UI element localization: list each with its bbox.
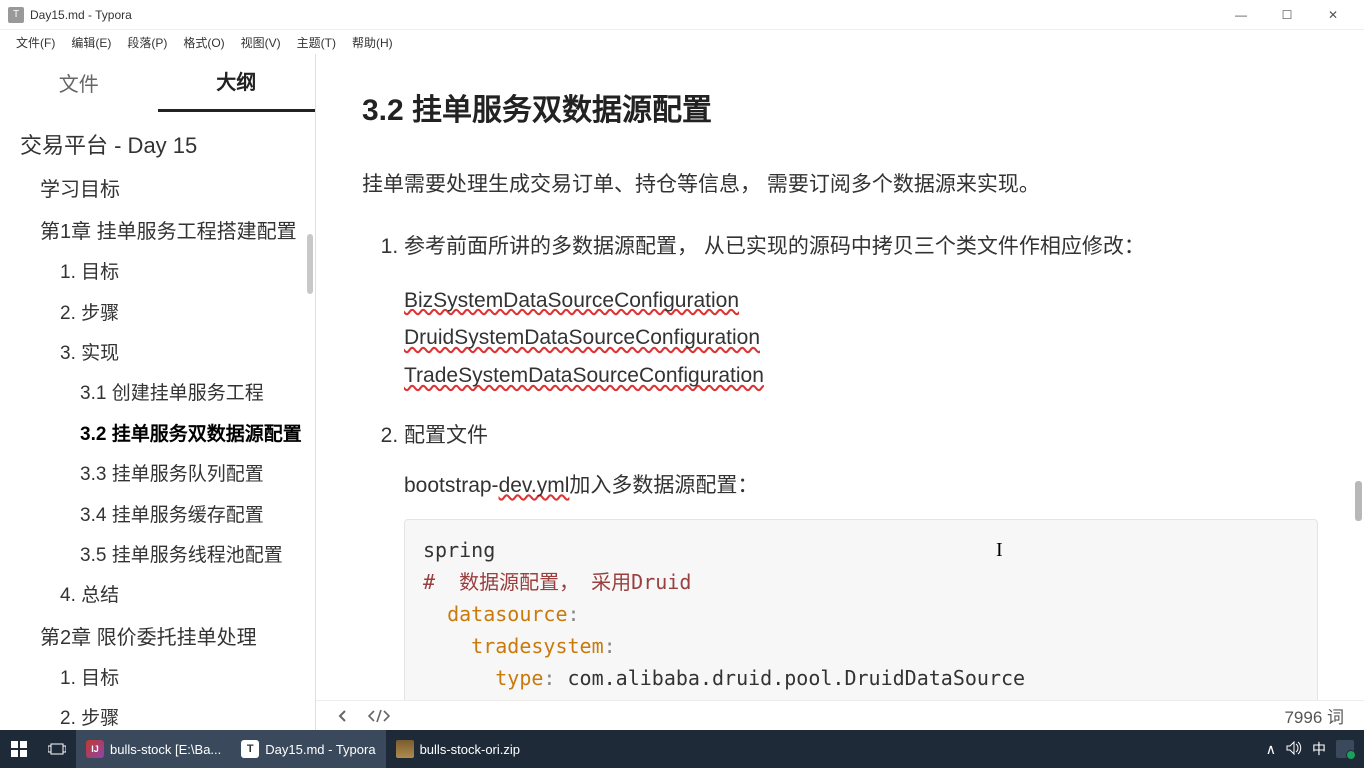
archive-icon (396, 740, 414, 758)
statusbar: 7996 词 (316, 700, 1364, 730)
content-wrap: 3.2 挂单服务双数据源配置 挂单需要处理生成交易订单、持仓等信息， 需要订阅多… (316, 54, 1364, 730)
taskbar-app-intellij[interactable]: IJ bulls-stock [E:\Ba... (76, 730, 231, 768)
outline-item[interactable]: 交易平台 - Day 15 (20, 122, 315, 169)
menu-edit[interactable]: 编辑(E) (63, 34, 119, 51)
scrollbar-thumb[interactable] (1355, 481, 1362, 521)
menu-view[interactable]: 视图(V) (233, 34, 289, 51)
code-token: spring (423, 538, 495, 562)
taskbar: IJ bulls-stock [E:\Ba... T Day15.md - Ty… (0, 730, 1364, 768)
outline-item-active[interactable]: 3.2 挂单服务双数据源配置 (20, 415, 315, 455)
heading-h2[interactable]: 3.2 挂单服务双数据源配置 (362, 84, 1318, 138)
class-name-link[interactable]: TradeSystemDataSourceConfiguration (404, 364, 764, 387)
outline-item[interactable]: 3.4 挂单服务缓存配置 (20, 496, 315, 536)
code-key: tradesystem (471, 634, 603, 658)
taskbar-app-archive[interactable]: bulls-stock-ori.zip (386, 730, 530, 768)
code-mode-icon[interactable] (368, 706, 390, 726)
back-icon[interactable] (336, 706, 350, 726)
outline-item[interactable]: 2. 步骤 (20, 294, 315, 334)
list-item-text[interactable]: 配置文件 (404, 424, 488, 447)
word-count[interactable]: 7996 词 (1284, 703, 1344, 728)
close-button[interactable]: ✕ (1310, 0, 1356, 30)
sidebar-tabs: 文件 大纲 (0, 54, 315, 110)
tab-outline[interactable]: 大纲 (158, 52, 316, 112)
notifications-icon[interactable] (1336, 740, 1354, 758)
start-button[interactable] (0, 730, 38, 768)
outline-item[interactable]: 1. 目标 (20, 253, 315, 293)
code-val: org.postgresql.Driver (724, 698, 977, 700)
outline-item[interactable]: 3.5 挂单服务线程池配置 (20, 536, 315, 576)
paragraph[interactable]: 挂单需要处理生成交易订单、持仓等信息， 需要订阅多个数据源来实现。 (362, 166, 1318, 204)
taskbar-app-typora[interactable]: T Day15.md - Typora (231, 730, 385, 768)
outline-item[interactable]: 4. 总结 (20, 576, 315, 616)
scrollbar-thumb[interactable] (307, 234, 313, 294)
outline-item[interactable]: 第1章 挂单服务工程搭建配置 (20, 211, 315, 253)
code-val: com.alibaba.druid.pool.DruidDataSource (568, 666, 1026, 690)
editor-content[interactable]: 3.2 挂单服务双数据源配置 挂单需要处理生成交易订单、持仓等信息， 需要订阅多… (316, 54, 1364, 700)
minimize-button[interactable]: — (1218, 0, 1264, 30)
windows-icon (10, 740, 28, 758)
system-tray: ∧ 中 (1256, 739, 1364, 759)
code-key: type (495, 666, 543, 690)
outline[interactable]: 交易平台 - Day 15 学习目标 第1章 挂单服务工程搭建配置 1. 目标 … (0, 110, 315, 730)
task-view-button[interactable] (38, 730, 76, 768)
outline-item[interactable]: 1. 目标 (20, 659, 315, 699)
filename[interactable]: dev.yml (499, 474, 570, 497)
menu-theme[interactable]: 主题(T) (289, 34, 344, 51)
volume-icon[interactable] (1286, 741, 1302, 758)
window-title: Day15.md - Typora (30, 8, 1218, 22)
class-name-link[interactable]: BizSystemDataSourceConfiguration (404, 289, 739, 312)
tray-overflow-icon[interactable]: ∧ (1266, 741, 1276, 758)
titlebar: T Day15.md - Typora — ☐ ✕ (0, 0, 1364, 30)
window-controls: — ☐ ✕ (1218, 0, 1356, 30)
typora-icon: T (241, 740, 259, 758)
text-cursor-icon: I (996, 534, 997, 558)
outline-item[interactable]: 第2章 限价委托挂单处理 (20, 617, 315, 659)
text[interactable]: 加入多数据源配置： (569, 474, 758, 497)
tab-file[interactable]: 文件 (0, 54, 158, 111)
code-key: datasource (447, 602, 567, 626)
code-key: driver-class-name (495, 698, 700, 700)
intellij-icon: IJ (86, 740, 104, 758)
menubar: 文件(F) 编辑(E) 段落(P) 格式(O) 视图(V) 主题(T) 帮助(H… (0, 30, 1364, 54)
menu-para[interactable]: 段落(P) (119, 34, 175, 51)
outline-item[interactable]: 2. 步骤 (20, 699, 315, 730)
taskview-icon (48, 740, 66, 758)
code-comment: # 数据源配置， 采用Druid (423, 570, 691, 594)
menu-file[interactable]: 文件(F) (8, 34, 63, 51)
sidebar: 文件 大纲 交易平台 - Day 15 学习目标 第1章 挂单服务工程搭建配置 … (0, 54, 316, 730)
list-item-text[interactable]: 参考前面所讲的多数据源配置， 从已实现的源码中拷贝三个类文件作相应修改： (404, 235, 1145, 258)
taskbar-label: Day15.md - Typora (265, 742, 375, 757)
outline-item[interactable]: 3.3 挂单服务队列配置 (20, 455, 315, 495)
app-icon: T (8, 7, 24, 23)
ime-indicator[interactable]: 中 (1312, 739, 1326, 759)
text[interactable]: bootstrap- (404, 474, 499, 497)
list-item[interactable]: 参考前面所讲的多数据源配置， 从已实现的源码中拷贝三个类文件作相应修改： Biz… (404, 228, 1318, 395)
outline-item[interactable]: 3. 实现 (20, 334, 315, 374)
menu-help[interactable]: 帮助(H) (344, 34, 401, 51)
taskbar-label: bulls-stock [E:\Ba... (110, 742, 221, 757)
menu-format[interactable]: 格式(O) (175, 34, 232, 51)
list-item[interactable]: 配置文件 bootstrap-dev.yml加入多数据源配置： I spring… (404, 417, 1318, 700)
code-block[interactable]: I spring # 数据源配置， 采用Druid datasource: tr… (404, 519, 1318, 700)
outline-item[interactable]: 学习目标 (20, 169, 315, 211)
maximize-button[interactable]: ☐ (1264, 0, 1310, 30)
class-name-link[interactable]: DruidSystemDataSourceConfiguration (404, 326, 760, 349)
outline-item[interactable]: 3.1 创建挂单服务工程 (20, 374, 315, 414)
taskbar-label: bulls-stock-ori.zip (420, 742, 520, 757)
